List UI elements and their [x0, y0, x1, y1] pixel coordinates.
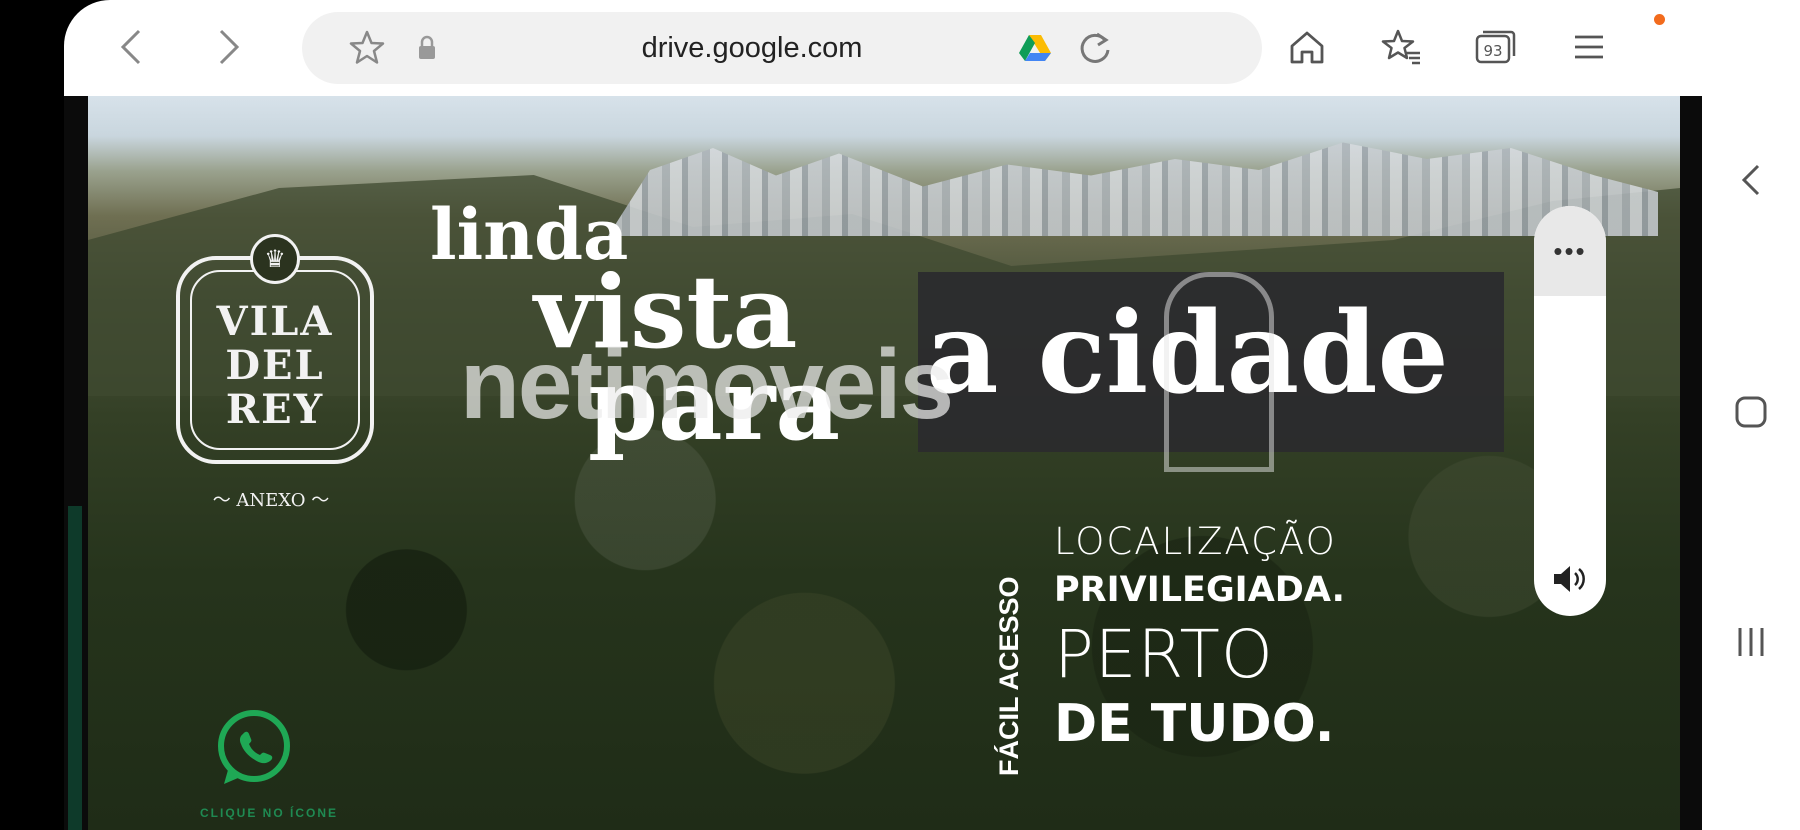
whatsapp-icon	[218, 710, 290, 784]
vila-del-rey-logo: ♛ VILA DEL REY	[176, 234, 374, 464]
home-square-icon	[1735, 396, 1767, 428]
green-edge-bar	[68, 506, 82, 830]
feature-localizacao: LOCALIZAÇÃO	[1054, 520, 1337, 563]
speaker-icon	[1554, 566, 1585, 592]
home-button[interactable]	[1282, 22, 1332, 72]
page-right-edge	[1680, 96, 1702, 830]
forward-arrow-icon	[219, 29, 240, 65]
reload-button[interactable]	[1070, 23, 1120, 73]
tabs-icon: 93	[1475, 30, 1516, 64]
feature-privilegiada: PRIVILEGIADA.	[1054, 570, 1345, 610]
volume-button[interactable]	[1534, 554, 1606, 604]
logo-line-2: DEL	[225, 342, 325, 389]
url-text[interactable]: drive.google.com	[582, 12, 922, 84]
tab-count: 93	[1483, 42, 1502, 60]
whatsapp-click-label: CLIQUE NO ÍCONE	[199, 806, 338, 820]
watermark-logo-shape	[1164, 272, 1274, 472]
easy-access-text: FÁCIL ACESSO	[994, 576, 1024, 776]
hamburger-menu-icon	[1575, 35, 1603, 59]
video-control-panel: •••	[1534, 206, 1606, 616]
logo-line-1: VILA	[216, 298, 334, 345]
more-options-button[interactable]: •••	[1534, 206, 1606, 296]
notification-dot	[1654, 14, 1665, 25]
recents-icon	[1738, 628, 1764, 656]
recents-nav-button[interactable]	[1702, 612, 1800, 672]
browser-toolbar: drive.google.com 93	[64, 0, 1702, 96]
logo-annex-label: 〜 ANEXO 〜	[212, 490, 330, 511]
back-arrow-icon	[120, 29, 141, 65]
bookmarks-button[interactable]	[1376, 22, 1426, 72]
lock-icon	[402, 23, 452, 73]
logo-line-3: REY	[225, 386, 325, 433]
google-drive-icon	[1010, 23, 1060, 73]
back-nav-button[interactable]	[1702, 150, 1800, 210]
bookmarks-star-list-icon	[1381, 29, 1420, 65]
back-button[interactable]	[106, 22, 156, 72]
forward-button[interactable]	[204, 22, 254, 72]
tabs-button[interactable]: 93	[1470, 22, 1520, 72]
address-bar[interactable]: drive.google.com	[302, 12, 1262, 84]
browser-window: drive.google.com 93 ♛ VILA DEL REY 〜 ANE…	[64, 0, 1702, 830]
reload-icon	[1080, 32, 1110, 63]
home-icon	[1290, 31, 1324, 64]
chevron-left-icon	[1741, 164, 1760, 196]
annex-text: ANEXO	[236, 490, 306, 511]
system-navigation-bar	[1702, 0, 1800, 830]
easy-access-vertical-label: FÁCIL ACESSO	[994, 546, 1034, 776]
feature-perto: PERTO	[1054, 616, 1274, 693]
menu-button[interactable]	[1564, 22, 1614, 72]
netimoveis-watermark: netimoveis	[460, 329, 954, 439]
page-content: ♛ VILA DEL REY 〜 ANEXO 〜 linda vista par…	[64, 96, 1702, 830]
whatsapp-button[interactable]	[212, 706, 296, 790]
bookmark-star-button[interactable]	[342, 23, 392, 73]
home-nav-button[interactable]	[1702, 382, 1800, 442]
feature-de-tudo: DE TUDO.	[1054, 694, 1335, 754]
star-icon	[349, 30, 385, 64]
crown-icon: ♛	[250, 234, 300, 284]
